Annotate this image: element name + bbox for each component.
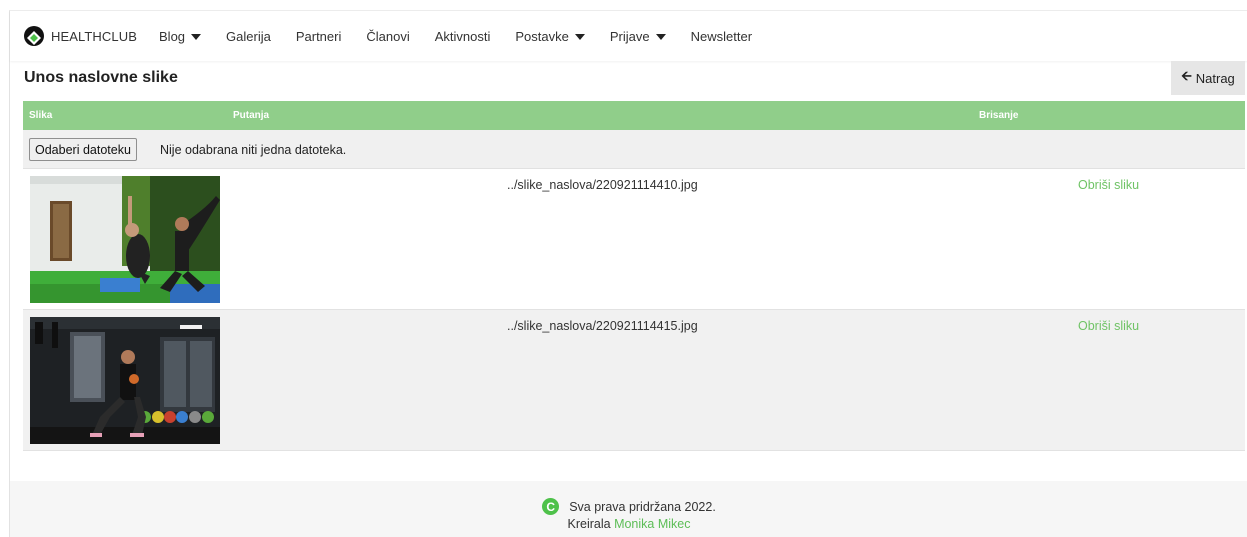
caret-down-icon	[574, 33, 585, 40]
file-status-text: Nije odabrana niti jedna datoteka.	[160, 143, 347, 157]
nav-item-label: Članovi	[366, 28, 410, 44]
author-line: Kreirala Monika Mikec	[10, 517, 1247, 531]
image-path: ../slike_naslova/220921114410.jpg	[507, 178, 698, 192]
table-header: Slika Putanja Brisanje	[23, 101, 1245, 130]
brand[interactable]: HEALTHCLUB	[23, 25, 137, 47]
back-button-label: Natrag	[1195, 70, 1235, 86]
author-prefix: Kreirala	[567, 517, 611, 531]
image-path: ../slike_naslova/220921114415.jpg	[507, 319, 698, 333]
copyright-text: Sva prava pridržana 2022.	[569, 499, 716, 514]
column-header-path: Putanja	[233, 110, 270, 121]
copyright-icon: C	[542, 498, 560, 515]
choose-file-button[interactable]: Odaberi datoteku	[29, 138, 137, 161]
caret-down-icon	[191, 33, 202, 40]
nav-item-label: Newsletter	[690, 28, 753, 44]
nav-item-postavke[interactable]: Postavke	[515, 28, 585, 44]
table-row: ../slike_naslova/220921114410.jpg Obriši…	[23, 169, 1245, 310]
nav-item-label: Prijave	[609, 28, 650, 44]
nav-item-label: Postavke	[515, 28, 569, 44]
images-table: Slika Putanja Brisanje Odaberi datoteku …	[23, 101, 1245, 451]
nav-item-partneri[interactable]: Partneri	[296, 29, 342, 44]
brand-name: HEALTHCLUB	[51, 28, 138, 44]
nav-item-newsletter[interactable]: Newsletter	[691, 29, 752, 44]
top-navbar: HEALTHCLUB Blog Galerija Partneri Članov…	[10, 11, 1247, 61]
nav-item-clanovi[interactable]: Članovi	[366, 29, 409, 44]
delete-image-link[interactable]: Obriši sliku	[1078, 319, 1139, 333]
back-button[interactable]: 🡨 Natrag	[1171, 61, 1245, 95]
nav-menu: Blog Galerija Partneri Članovi Aktivnost…	[159, 29, 777, 44]
nav-item-prijave[interactable]: Prijave	[610, 29, 666, 44]
nav-item-label: Blog	[159, 28, 186, 44]
nav-item-galerija[interactable]: Galerija	[226, 29, 271, 44]
column-header-image: Slika	[29, 110, 53, 121]
footer: C Sva prava pridržana 2022. Kreirala Mon…	[10, 481, 1247, 537]
nav-item-label: Galerija	[226, 28, 271, 44]
nav-item-label: Partneri	[295, 28, 342, 44]
page-frame: HEALTHCLUB Blog Galerija Partneri Članov…	[9, 10, 1247, 537]
upload-row: Odaberi datoteku Nije odabrana niti jedn…	[23, 130, 1245, 169]
copyright-line: C Sva prava pridržana 2022.	[10, 498, 1247, 515]
healthclub-logo-icon	[24, 26, 44, 46]
delete-image-link[interactable]: Obriši sliku	[1078, 178, 1139, 192]
nav-item-blog[interactable]: Blog	[159, 28, 202, 44]
author-link[interactable]: Monika Mikec	[614, 517, 690, 531]
arrow-left-icon: 🡨	[1181, 68, 1192, 83]
page-title: Unos naslovne slike	[24, 69, 178, 86]
column-header-delete: Brisanje	[979, 110, 1019, 121]
nav-item-label: Aktivnosti	[434, 28, 491, 44]
caret-down-icon	[655, 33, 666, 40]
gym-photo-thumbnail	[30, 176, 220, 303]
table-row: ../slike_naslova/220921114415.jpg Obriši…	[23, 310, 1245, 451]
nav-item-aktivnosti[interactable]: Aktivnosti	[435, 29, 491, 44]
gym-photo-thumbnail	[30, 317, 220, 444]
